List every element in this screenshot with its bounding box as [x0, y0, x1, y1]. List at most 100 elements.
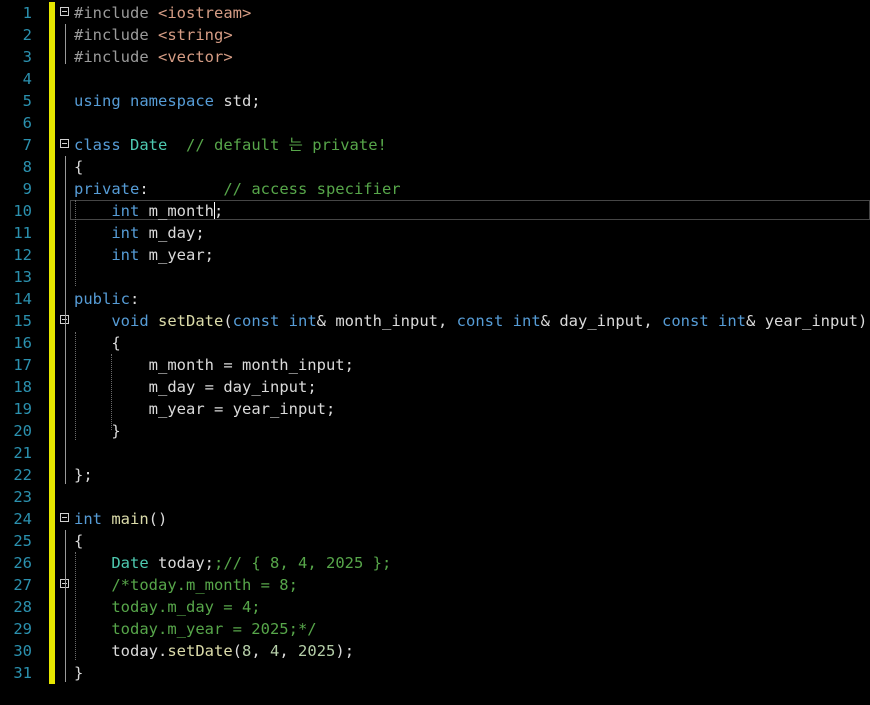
code-text: };	[74, 464, 93, 486]
change-tracking-bar	[49, 486, 55, 508]
change-tracking-bar	[49, 530, 55, 552]
code-line[interactable]: 24 int main()	[0, 508, 870, 530]
change-tracking-bar	[49, 46, 55, 68]
code-token: 2025	[298, 642, 336, 660]
code-token: m_day;	[148, 224, 205, 242]
code-line[interactable]: 31}	[0, 662, 870, 684]
code-token: const int	[456, 312, 541, 330]
code-token: .	[158, 642, 168, 660]
line-number: 8	[22, 158, 32, 176]
code-token: <string>	[158, 26, 233, 44]
code-token: today;	[158, 554, 214, 572]
code-line[interactable]: 6	[0, 112, 870, 134]
change-tracking-bar	[49, 68, 55, 90]
code-token: m_year;	[148, 246, 214, 264]
code-token: }	[74, 664, 84, 682]
code-line[interactable]: 10 int m_month;	[0, 200, 870, 222]
code-line[interactable]: 5 using namespace std;	[0, 90, 870, 112]
code-token: const int	[662, 312, 747, 330]
code-line[interactable]: 23	[0, 486, 870, 508]
code-token: =	[223, 356, 242, 374]
code-line[interactable]: 27 /*today.m_month = 8;	[0, 574, 870, 596]
code-line[interactable]: 16 {	[0, 332, 870, 354]
code-line[interactable]: 19 m_year = year_input;	[0, 398, 870, 420]
code-line[interactable]: 4	[0, 68, 870, 90]
code-token: <iostream>	[158, 4, 252, 22]
collapse-toggle-icon[interactable]	[60, 7, 69, 16]
collapse-toggle-icon[interactable]	[60, 139, 69, 148]
code-token: #include	[74, 26, 158, 44]
change-tracking-bar	[49, 156, 55, 178]
collapse-toggle-icon[interactable]	[60, 513, 69, 522]
code-token: )	[858, 312, 868, 330]
code-token: int	[74, 202, 149, 220]
code-line[interactable]: 28 today.m_day = 4;	[0, 596, 870, 618]
code-line[interactable]: 30 today.setDate(8, 4, 2025);	[0, 640, 870, 662]
line-number: 6	[22, 114, 32, 132]
code-token: setDate	[158, 312, 224, 330]
code-text: {	[74, 332, 120, 354]
change-tracking-bar	[49, 134, 55, 156]
code-text: void setDate(const int& month_input, con…	[74, 310, 867, 332]
code-line[interactable]: 12 int m_year;	[0, 244, 870, 266]
code-token: today.m_day = 4;	[74, 598, 261, 616]
code-line[interactable]: 25 {	[0, 530, 870, 552]
code-text: {	[74, 156, 83, 178]
code-line[interactable]: 29 today.m_year = 2025;*/	[0, 618, 870, 640]
code-token: &	[746, 312, 765, 330]
change-tracking-bar	[49, 354, 55, 376]
change-tracking-bar	[49, 574, 55, 596]
change-tracking-bar	[49, 552, 55, 574]
indent-guide	[75, 332, 76, 440]
code-token: }	[74, 422, 121, 440]
code-token: {	[74, 532, 84, 550]
code-token: m_month	[74, 356, 224, 374]
code-text: int m_year;	[74, 244, 214, 266]
change-tracking-bar	[49, 2, 55, 24]
code-line[interactable]: 2 #include <string>	[0, 24, 870, 46]
indent-guide	[75, 552, 76, 660]
change-tracking-bar	[49, 266, 55, 288]
code-token: Date	[74, 554, 158, 572]
line-number: 25	[13, 532, 32, 550]
change-tracking-bar	[49, 178, 55, 200]
code-token: /*today.m_month = 8;	[74, 576, 298, 594]
code-text: /*today.m_month = 8;	[74, 574, 298, 596]
code-line[interactable]: 14 public:	[0, 288, 870, 310]
code-line[interactable]: 15 void setDate(const int& month_input, …	[0, 310, 870, 332]
outline-bracket	[65, 24, 66, 64]
code-line[interactable]: 13	[0, 266, 870, 288]
change-tracking-bar	[49, 244, 55, 266]
indent-guide	[111, 354, 112, 430]
code-line[interactable]: 17 m_month = month_input;	[0, 354, 870, 376]
code-text: {	[74, 530, 83, 552]
code-line[interactable]: 1 #include <iostream>	[0, 2, 870, 24]
code-token: private	[74, 180, 140, 198]
change-tracking-bar	[49, 24, 55, 46]
code-text: today.m_day = 4;	[74, 596, 261, 618]
code-line[interactable]: 11 int m_day;	[0, 222, 870, 244]
code-text: public:	[74, 288, 139, 310]
code-line[interactable]: 21	[0, 442, 870, 464]
line-number: 9	[22, 180, 32, 198]
code-line[interactable]: 8{	[0, 156, 870, 178]
code-line[interactable]: 7 class Date // default 는 private!	[0, 134, 870, 156]
code-text: #include <vector>	[74, 46, 233, 68]
code-token: // access specifier	[223, 180, 401, 198]
code-text: int main()	[74, 508, 167, 530]
code-line[interactable]: 9 private: // access specifier	[0, 178, 870, 200]
code-line[interactable]: 3 #include <vector>	[0, 46, 870, 68]
code-text: today.m_year = 2025;*/	[74, 618, 316, 640]
code-token: class	[74, 136, 130, 154]
code-line[interactable]: 18 m_day = day_input;	[0, 376, 870, 398]
line-number: 29	[13, 620, 32, 638]
code-line[interactable]: 22};	[0, 464, 870, 486]
code-token: ,	[279, 642, 299, 660]
code-editor[interactable]: 1 #include <iostream> 2 #include <string> 3 #…	[0, 0, 870, 705]
code-text: #include <iostream>	[74, 2, 251, 24]
code-line[interactable]: 20 }	[0, 420, 870, 442]
line-number: 13	[13, 268, 32, 286]
code-line[interactable]: 26 Date today;;// { 8, 4, 2025 };	[0, 552, 870, 574]
line-number: 1	[22, 4, 32, 22]
outline-bracket	[65, 596, 66, 638]
